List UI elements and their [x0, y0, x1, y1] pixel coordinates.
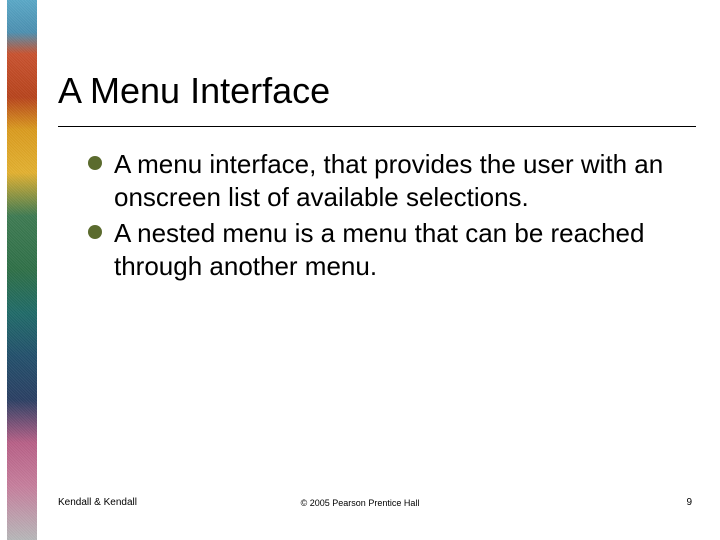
side-accent-bar — [7, 0, 37, 540]
side-accent-texture — [7, 0, 37, 540]
bullet-icon — [88, 156, 102, 170]
bullet-text: A menu interface, that provides the user… — [114, 149, 663, 212]
bullet-list: A menu interface, that provides the user… — [88, 148, 691, 285]
footer-page-number: 9 — [686, 497, 692, 508]
title-underline — [58, 126, 696, 127]
footer-copyright: © 2005 Pearson Prentice Hall — [0, 498, 720, 508]
slide-title: A Menu Interface — [58, 70, 330, 112]
bullet-text: A nested menu is a menu that can be reac… — [114, 218, 644, 281]
bullet-icon — [88, 225, 102, 239]
slide-body: A Menu Interface A menu interface, that … — [58, 0, 696, 540]
list-item: A nested menu is a menu that can be reac… — [88, 217, 691, 284]
list-item: A menu interface, that provides the user… — [88, 148, 691, 215]
